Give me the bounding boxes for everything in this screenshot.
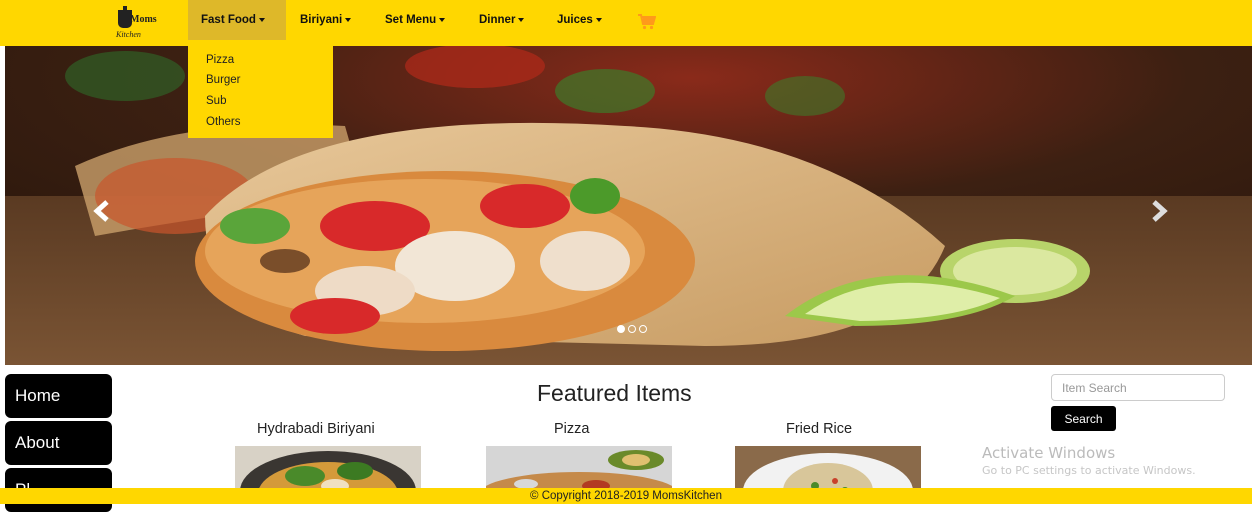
nav-juices-label: Juices bbox=[557, 14, 593, 26]
chevron-left-icon[interactable] bbox=[88, 196, 118, 226]
item-search-input[interactable] bbox=[1051, 374, 1225, 401]
chevron-right-icon[interactable] bbox=[1143, 196, 1173, 226]
nav-fast-food[interactable]: Fast Food bbox=[188, 0, 286, 40]
nav-dinner-label: Dinner bbox=[479, 14, 516, 26]
caret-down-icon bbox=[258, 17, 265, 22]
nav-biriyani[interactable]: Biriyani bbox=[300, 0, 352, 40]
activate-windows-title: Activate Windows bbox=[982, 444, 1116, 462]
caret-down-icon bbox=[439, 17, 446, 22]
dropdown-item-pizza[interactable]: Pizza bbox=[206, 54, 234, 66]
carousel-indicators bbox=[617, 325, 647, 333]
moms-kitchen-logo[interactable]: Moms Kitchen bbox=[116, 6, 158, 40]
nav-set-menu-label: Set Menu bbox=[385, 14, 437, 26]
shopping-cart-icon[interactable] bbox=[638, 14, 656, 30]
activate-windows-subtitle: Go to PC settings to activate Windows. bbox=[982, 464, 1196, 477]
dropdown-item-others[interactable]: Others bbox=[206, 116, 241, 128]
fast-food-dropdown: Pizza Burger Sub Others bbox=[188, 46, 333, 138]
featured-item-name: Fried Rice bbox=[786, 421, 853, 437]
dropdown-item-sub[interactable]: Sub bbox=[206, 95, 226, 107]
top-navbar: Moms Kitchen Fast Food Biriyani Set Menu… bbox=[0, 0, 1252, 46]
featured-item-name: Pizza bbox=[554, 421, 590, 437]
logo-text-kitchen: Kitchen bbox=[116, 30, 141, 39]
footer-copyright: © Copyright 2018-2019 MomsKitchen bbox=[0, 488, 1252, 504]
carousel-indicator-2[interactable] bbox=[628, 325, 636, 333]
nav-juices[interactable]: Juices bbox=[557, 0, 602, 40]
search-button[interactable]: Search bbox=[1051, 406, 1116, 431]
dropdown-item-burger[interactable]: Burger bbox=[206, 74, 241, 86]
caret-down-icon bbox=[345, 17, 352, 22]
carousel-indicator-3[interactable] bbox=[639, 325, 647, 333]
nav-set-menu[interactable]: Set Menu bbox=[385, 0, 446, 40]
nav-fast-food-label: Fast Food bbox=[201, 14, 256, 26]
sidebar-item-about[interactable]: About bbox=[5, 421, 112, 465]
logo-text-moms: Moms bbox=[130, 14, 157, 25]
carousel-indicator-1[interactable] bbox=[617, 325, 625, 333]
sidebar-item-home[interactable]: Home bbox=[5, 374, 112, 418]
caret-down-icon bbox=[518, 17, 525, 22]
featured-items-title: Featured Items bbox=[537, 380, 692, 406]
nav-dinner[interactable]: Dinner bbox=[479, 0, 525, 40]
featured-item-name: Hydrabadi Biriyani bbox=[257, 421, 375, 437]
caret-down-icon bbox=[595, 17, 602, 22]
nav-biriyani-label: Biriyani bbox=[300, 14, 343, 26]
